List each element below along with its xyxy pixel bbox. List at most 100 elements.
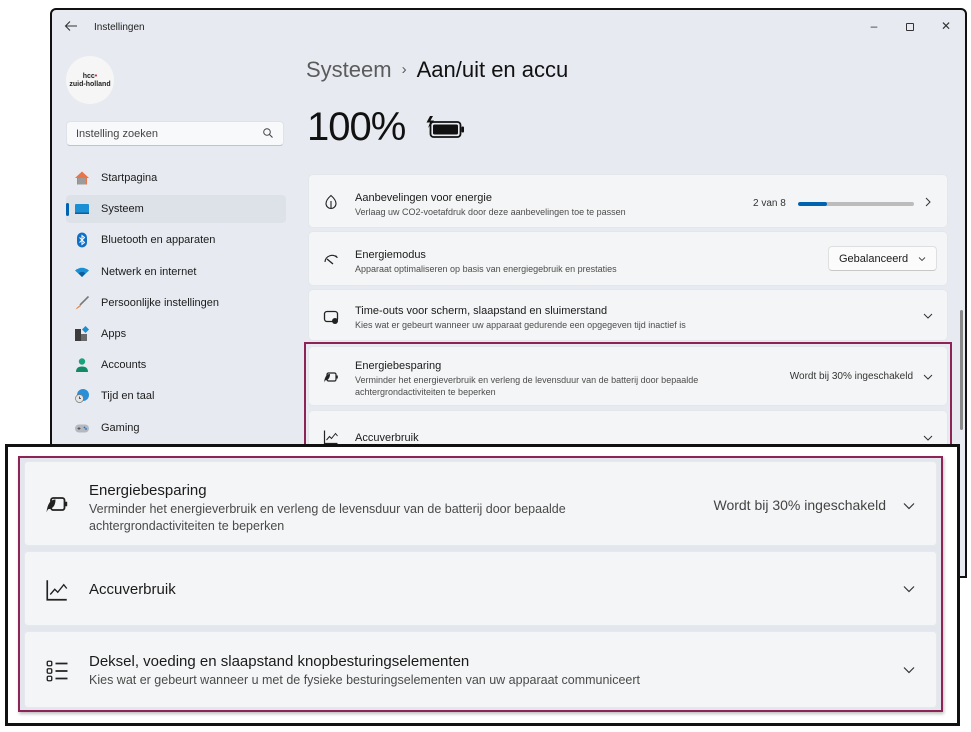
- sidebar-item-gaming[interactable]: Gaming: [66, 414, 286, 442]
- card-timeouts[interactable]: Time-outs voor scherm, slaapstand en slu…: [308, 289, 948, 341]
- sidebar-item-bluetooth[interactable]: Bluetooth en apparaten: [66, 226, 286, 254]
- chevron-down-icon: [923, 374, 933, 380]
- system-display-icon: [75, 204, 89, 215]
- close-icon: ✕: [940, 19, 952, 33]
- card-title: Accuverbruik: [89, 581, 176, 598]
- search-input[interactable]: Instelling zoeken: [66, 121, 284, 146]
- minimize-icon: –: [870, 19, 878, 33]
- app-title: Instellingen: [94, 22, 145, 33]
- breadcrumb-parent[interactable]: Systeem: [306, 57, 392, 82]
- card-energy-saver[interactable]: Energiebesparing Verminder het energieve…: [308, 346, 948, 406]
- card-battery-usage-zoomed[interactable]: Accuverbruik: [24, 551, 937, 626]
- card-energy-mode: Energiemodus Apparaat optimaliseren op b…: [308, 231, 948, 286]
- card-title: Deksel, voeding en slaapstand knopbestur…: [89, 653, 470, 670]
- home-icon: [75, 171, 89, 185]
- sidebar-item-tijd-taal[interactable]: Tijd en taal: [66, 382, 286, 410]
- sidebar-nav: Startpagina Systeem Bluetooth en apparat…: [66, 164, 286, 445]
- energy-saver-status: Wordt bij 30% ingeschakeld: [713, 497, 886, 513]
- account-icon: [76, 358, 88, 373]
- title-bar: Instellingen – ✕: [52, 10, 965, 44]
- card-lid-power-buttons-zoomed[interactable]: Deksel, voeding en slaapstand knopbestur…: [24, 631, 937, 708]
- line-chart-icon: [323, 430, 338, 445]
- sidebar-item-label: Netwerk en internet: [101, 265, 197, 278]
- screen-sleep-icon: [323, 310, 339, 324]
- recommendations-progress-bar: [798, 202, 914, 206]
- breadcrumb-separator: ›: [401, 61, 407, 78]
- chevron-down-icon: [903, 667, 915, 674]
- sidebar-item-startpagina[interactable]: Startpagina: [66, 164, 286, 192]
- dropdown-value: Gebalanceerd: [839, 253, 909, 265]
- back-button[interactable]: [64, 19, 80, 35]
- card-energy-recommendations[interactable]: Aanbevelingen voor energie Verlaag uw CO…: [308, 174, 948, 228]
- zoom-callout: Energiebesparing Verminder het energieve…: [5, 444, 960, 726]
- line-chart-icon: [46, 580, 68, 601]
- battery-saver-icon: [324, 372, 338, 383]
- card-title: Aanbevelingen voor energie: [355, 192, 492, 204]
- avatar-line2: zuid-holland: [69, 81, 111, 88]
- avatar-line1: hcc: [82, 73, 95, 80]
- card-subtitle-line1: Verminder het energieverbruik en verleng…: [355, 375, 699, 385]
- minimize-button[interactable]: –: [857, 16, 891, 36]
- breadcrumb: Systeem › Aan/uit en accu: [306, 57, 568, 83]
- sidebar-item-accounts[interactable]: Accounts: [66, 351, 286, 379]
- card-title: Accuverbruik: [355, 432, 419, 444]
- page-title: Aan/uit en accu: [416, 57, 569, 82]
- battery-saver-icon: [46, 497, 68, 513]
- leaf-icon: [325, 194, 337, 209]
- gamepad-icon: [75, 424, 89, 432]
- chevron-down-icon: [923, 313, 933, 319]
- sidebar-item-label: Systeem: [101, 203, 144, 216]
- list-controls-icon: [46, 660, 68, 682]
- card-subtitle: Apparaat optimaliseren op basis van ener…: [355, 264, 617, 274]
- search-icon: [263, 128, 273, 138]
- card-subtitle-line1: Verminder het energieverbruik en verleng…: [89, 502, 566, 516]
- card-subtitle: Kies wat er gebeurt wanneer u met de fys…: [89, 673, 640, 687]
- card-subtitle: Verlaag uw CO2-voetafdruk door deze aanb…: [355, 207, 626, 217]
- battery-charging-icon: [426, 116, 464, 138]
- chevron-down-icon: [923, 435, 933, 441]
- energy-saver-status: Wordt bij 30% ingeschakeld: [789, 371, 913, 382]
- paintbrush-icon: [75, 295, 90, 310]
- highlight-frame: Energiebesparing Verminder het energieve…: [18, 456, 943, 712]
- wifi-icon: [75, 267, 89, 277]
- card-title: Energiemodus: [355, 249, 426, 261]
- card-energy-saver-zoomed[interactable]: Energiebesparing Verminder het energieve…: [24, 461, 937, 546]
- progress-fill: [798, 202, 827, 206]
- sidebar-item-label: Gaming: [101, 421, 140, 434]
- card-subtitle: Kies wat er gebeurt wanneer uw apparaat …: [355, 320, 686, 330]
- chevron-down-icon: [918, 257, 926, 262]
- apps-icon: [75, 325, 90, 341]
- time-language-icon: [75, 389, 89, 404]
- chevron-down-icon: [903, 503, 915, 510]
- card-title: Energiebesparing: [89, 482, 207, 499]
- card-title: Energiebesparing: [355, 360, 442, 372]
- arrow-left-icon: [64, 21, 77, 31]
- card-title: Time-outs voor scherm, slaapstand en slu…: [355, 305, 608, 317]
- card-subtitle-line2: achtergrondactiviteiten te beperken: [355, 387, 496, 397]
- chevron-down-icon: [903, 586, 915, 593]
- sidebar-item-label: Tijd en taal: [101, 390, 155, 403]
- avatar-dot: •: [94, 73, 98, 80]
- vertical-scrollbar[interactable]: [960, 310, 963, 430]
- profile-avatar[interactable]: hcc• zuid-holland: [66, 56, 114, 104]
- sidebar-item-netwerk[interactable]: Netwerk en internet: [66, 258, 286, 286]
- sidebar-item-label: Bluetooth en apparaten: [101, 234, 216, 247]
- sidebar-item-persoonlijk[interactable]: Persoonlijke instellingen: [66, 289, 286, 317]
- energy-mode-dropdown[interactable]: Gebalanceerd: [828, 246, 937, 271]
- sidebar-item-label: Apps: [101, 327, 127, 340]
- gauge-icon: [324, 254, 338, 265]
- active-indicator: [66, 203, 69, 217]
- battery-percentage: 100%: [307, 105, 406, 149]
- maximize-icon: [906, 22, 914, 31]
- sidebar-item-label: Startpagina: [101, 172, 158, 184]
- sidebar-item-label: Persoonlijke instellingen: [101, 296, 220, 309]
- close-button[interactable]: ✕: [929, 16, 963, 36]
- chevron-right-icon: [925, 197, 931, 207]
- sidebar-item-systeem[interactable]: Systeem: [66, 195, 286, 224]
- sidebar-item-apps[interactable]: Apps: [66, 320, 286, 348]
- sidebar-item-label: Accounts: [101, 359, 147, 372]
- maximize-button[interactable]: [893, 16, 927, 36]
- bluetooth-icon: [77, 232, 87, 248]
- card-subtitle-line2: achtergrondactiviteiten te beperken: [89, 519, 285, 533]
- search-placeholder: Instelling zoeken: [76, 128, 158, 140]
